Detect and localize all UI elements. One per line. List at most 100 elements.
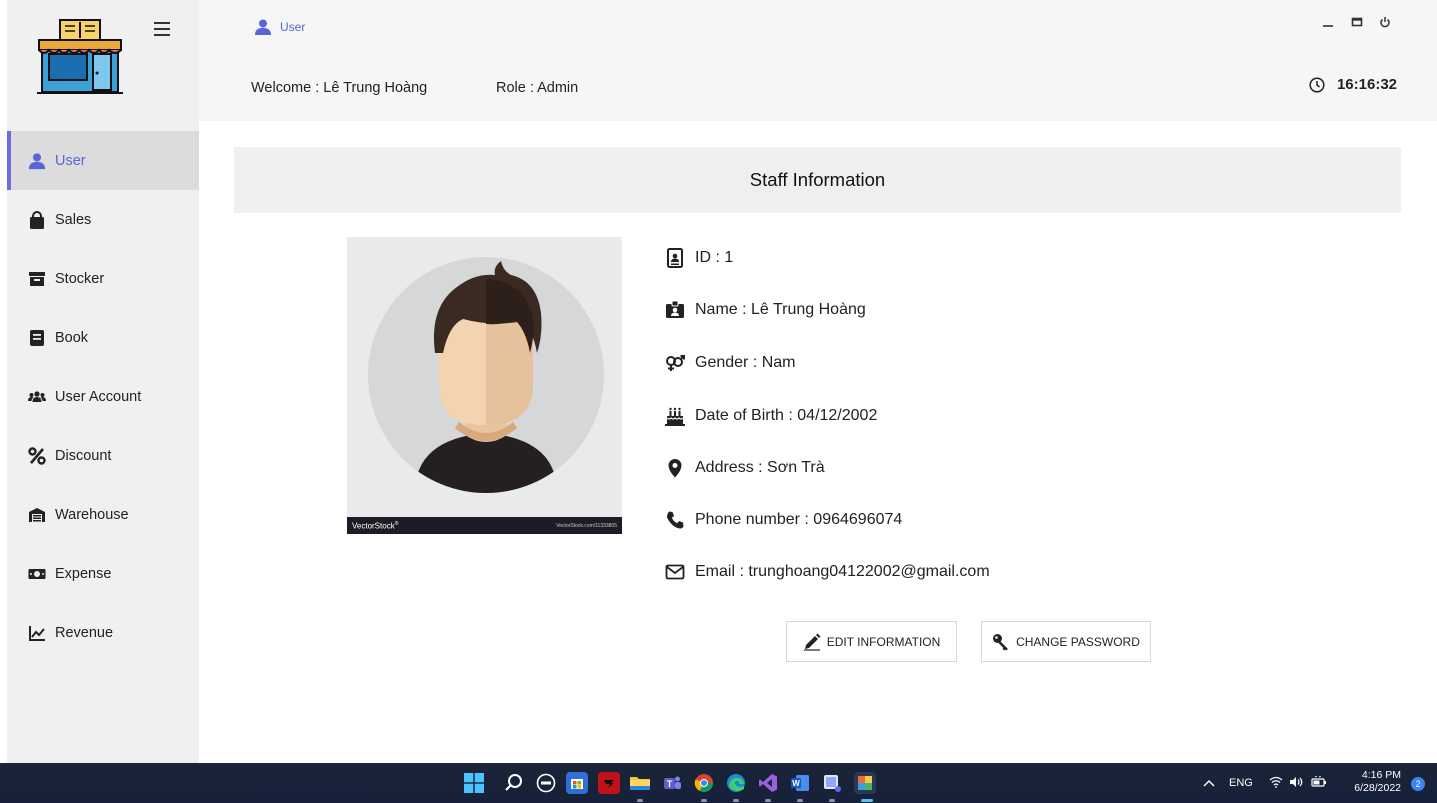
teams-icon[interactable]: T (661, 772, 683, 794)
key-icon (993, 633, 1009, 650)
sidebar-item-label: Book (55, 329, 89, 346)
hamburger-line (154, 28, 170, 30)
info-name: Name : Lê Trung Hoàng (665, 300, 866, 320)
maximize-icon (1351, 17, 1363, 27)
warehouse-icon (27, 506, 47, 524)
sidebar-nav: User Sales Stocker Book User Account Dis… (7, 131, 199, 662)
watermark-brand-text: VectorStock (352, 521, 395, 531)
map-pin-icon (665, 458, 685, 478)
sidebar-item-revenue[interactable]: Revenue (7, 603, 199, 662)
app-running-indicator (733, 799, 739, 802)
change-password-button[interactable]: CHANGE PASSWORD (981, 621, 1151, 662)
sidebar-item-discount[interactable]: Discount (7, 426, 199, 485)
app-active-indicator (861, 799, 873, 802)
id-badge-icon (665, 248, 685, 268)
hamburger-line (154, 34, 170, 36)
pencil-icon (803, 633, 821, 651)
edit-information-button[interactable]: EDIT INFORMATION (786, 621, 957, 662)
snipping-tool-icon[interactable] (821, 772, 843, 794)
id-card-icon (665, 300, 685, 320)
watermark-brand: VectorStock® (352, 521, 398, 531)
store-icon[interactable] (566, 772, 588, 794)
sidebar-item-expense[interactable]: Expense (7, 544, 199, 603)
sidebar-item-sales[interactable]: Sales (7, 190, 199, 249)
bookstore-logo-icon (37, 19, 123, 94)
sidebar-item-label: Revenue (55, 624, 114, 641)
sidebar-item-label: Warehouse (55, 506, 129, 523)
info-gender-text: Gender : Nam (695, 354, 796, 371)
power-icon (1380, 17, 1390, 28)
edit-information-label: EDIT INFORMATION (826, 634, 941, 649)
game-app-icon[interactable] (598, 772, 620, 794)
sidebar-item-label: Discount (55, 447, 112, 464)
wifi-icon[interactable] (1269, 776, 1283, 791)
user-icon (27, 152, 47, 170)
svg-text:W: W (792, 779, 800, 788)
maximize-button[interactable] (1349, 14, 1365, 30)
clock-time: 16:16:32 (1336, 76, 1397, 93)
info-email-text: Email : trunghoang04122002@gmail.com (695, 563, 990, 580)
info-dob: Date of Birth : 04/12/2002 (665, 406, 877, 426)
breadcrumb[interactable]: User (254, 19, 305, 35)
profile-avatar: VectorStock® VectorStock.com/11333805 (347, 237, 622, 534)
dell-icon[interactable] (535, 772, 557, 794)
windows-start-icon[interactable] (463, 772, 485, 794)
app-running-indicator (765, 799, 771, 802)
info-email: Email : trunghoang04122002@gmail.com (665, 562, 990, 582)
svg-text:T: T (667, 779, 673, 789)
info-address: Address : Sơn Trà (665, 458, 825, 478)
taskbar-date: 6/28/2022 (1354, 782, 1401, 794)
watermark-bar: VectorStock® VectorStock.com/11333805 (347, 517, 622, 534)
breadcrumb-label: User (280, 20, 306, 34)
watermark-credit: VectorStock.com/11333805 (556, 522, 617, 529)
search-icon[interactable] (503, 772, 525, 794)
sidebar-item-label: User Account (55, 388, 142, 405)
sidebar-item-warehouse[interactable]: Warehouse (7, 485, 199, 544)
info-gender: Gender : Nam (665, 353, 795, 373)
archive-box-icon (27, 270, 47, 288)
visual-studio-icon[interactable] (757, 772, 779, 794)
word-icon[interactable]: W (789, 772, 811, 794)
menu-toggle-button[interactable] (154, 22, 170, 36)
battery-icon[interactable] (1311, 775, 1327, 791)
gender-icon (665, 353, 685, 373)
clock: 16:16:32 (1309, 76, 1397, 93)
avatar-illustration (368, 257, 604, 493)
info-name-text: Name : Lê Trung Hoàng (695, 301, 866, 318)
book-icon (27, 329, 47, 347)
taskbar-clock[interactable]: 4:16 PM 6/28/2022 (1354, 769, 1401, 795)
info-phone: Phone number : 0964696074 (665, 510, 902, 530)
power-button[interactable] (1377, 14, 1393, 30)
sidebar-item-stocker[interactable]: Stocker (7, 249, 199, 308)
users-icon (27, 388, 47, 406)
hamburger-line (154, 22, 170, 24)
percent-icon (27, 446, 47, 465)
minimize-button[interactable] (1320, 14, 1336, 30)
file-explorer-icon[interactable] (629, 772, 651, 794)
info-phone-text: Phone number : 0964696074 (695, 511, 903, 528)
chart-line-icon (27, 624, 47, 642)
role-text: Role : Admin (496, 80, 579, 96)
bookstore-app-icon[interactable] (854, 772, 876, 794)
chrome-icon[interactable] (693, 772, 715, 794)
notification-badge[interactable]: 2 (1411, 777, 1425, 791)
sidebar-item-user[interactable]: User (7, 131, 199, 190)
money-bill-icon (27, 565, 47, 583)
windows-taskbar: T W ENG 4:16 PM 6/28/2022 2 (0, 763, 1437, 803)
language-indicator[interactable]: ENG (1229, 777, 1253, 789)
sidebar-item-label: Expense (55, 565, 112, 582)
sidebar-item-book[interactable]: Book (7, 308, 199, 367)
sidebar: User Sales Stocker Book User Account Dis… (0, 0, 199, 763)
app-running-indicator (701, 799, 707, 802)
watermark-brand-suffix: ® (394, 520, 399, 527)
minimize-icon (1323, 25, 1333, 27)
info-id: ID : 1 (665, 248, 733, 268)
app-running-indicator (637, 799, 643, 802)
app-running-indicator (829, 799, 835, 802)
edge-icon[interactable] (725, 772, 747, 794)
chevron-up-icon[interactable] (1203, 776, 1215, 790)
volume-icon[interactable] (1289, 776, 1303, 791)
sidebar-item-user-account[interactable]: User Account (7, 367, 199, 426)
info-id-text: ID : 1 (695, 249, 734, 266)
app-window: User Sales Stocker Book User Account Dis… (0, 0, 1437, 763)
